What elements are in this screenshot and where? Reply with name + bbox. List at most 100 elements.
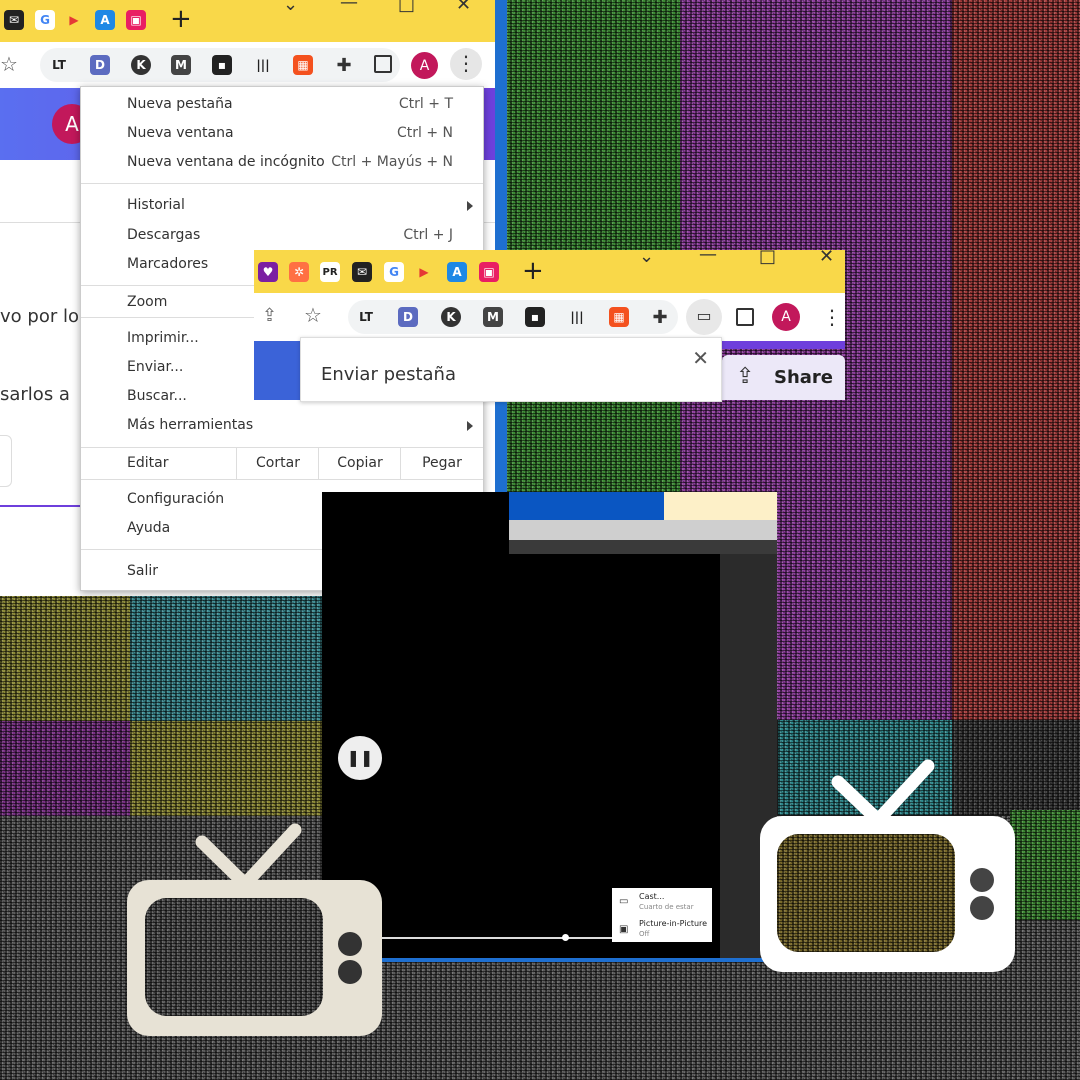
share-label: Share — [774, 367, 834, 388]
audio-extension-icon[interactable]: ||| — [567, 307, 587, 327]
cast-popup-title: Enviar pestaña — [321, 364, 456, 385]
edit-copy-button[interactable]: Copiar — [318, 448, 401, 479]
menu-separator — [81, 183, 483, 184]
menu-item-print[interactable]: Imprimir... — [127, 330, 199, 346]
chevron-right-icon — [467, 421, 473, 431]
share-button[interactable]: ⇪ Share — [722, 355, 845, 400]
play-store-tab-icon[interactable]: ▶ — [64, 10, 84, 30]
lt-extension-icon[interactable]: LT — [356, 307, 376, 327]
pause-button[interactable]: ❚❚ — [338, 736, 382, 780]
minimize-icon[interactable]: — — [340, 0, 358, 13]
video-menu-pip-sub: Off — [639, 930, 650, 938]
lt-extension-icon[interactable]: LT — [49, 55, 69, 75]
tv-knob — [970, 868, 994, 892]
new-tab-icon[interactable]: + — [170, 4, 192, 34]
menu-item-zoom[interactable]: Zoom — [127, 294, 167, 310]
browser-toolbar: ☆ LT D K M ▪ ||| ▦ ✚ A ⋮ — [0, 42, 495, 88]
puzzle-extension-icon[interactable]: ✚ — [650, 307, 670, 328]
side-panel-icon[interactable] — [736, 308, 754, 326]
menu-item-new-tab[interactable]: Nueva pestaña — [127, 96, 233, 112]
menu-item-history[interactable]: Historial — [127, 197, 185, 213]
app-tab-icon[interactable]: ▣ — [126, 10, 146, 30]
menu-item-bookmarks[interactable]: Marcadores — [127, 256, 208, 272]
menu-item-help[interactable]: Ayuda — [127, 520, 170, 536]
menu-item-edit: Editar — [127, 455, 169, 471]
maximize-icon[interactable]: □ — [759, 246, 776, 267]
app-tab-icon[interactable]: ▣ — [479, 262, 499, 282]
share-page-icon[interactable]: ⇪ — [262, 305, 277, 326]
minimize-icon[interactable]: — — [699, 244, 717, 265]
video-progress-bar[interactable] — [382, 937, 612, 939]
close-icon[interactable]: ✕ — [692, 346, 709, 370]
pip-icon: ▣ — [619, 924, 629, 935]
new-tab-icon[interactable]: + — [522, 256, 544, 286]
page-text-line-2: sarlos a — [0, 384, 70, 405]
calendar-extension-icon[interactable]: ▦ — [293, 55, 313, 75]
menu-item-exit[interactable]: Salir — [127, 563, 158, 579]
app-tab-icon[interactable]: ✲ — [289, 262, 309, 282]
video-progress-handle[interactable] — [562, 934, 569, 941]
tv-screen — [777, 834, 955, 952]
d-extension-icon[interactable]: D — [398, 307, 418, 327]
static-green-right — [1010, 810, 1080, 920]
menu-item-settings[interactable]: Configuración — [127, 491, 224, 507]
chrome-menu-icon[interactable]: ⋮ — [450, 48, 482, 80]
static-cyan-block — [130, 596, 325, 721]
menu-item-find[interactable]: Buscar... — [127, 388, 187, 404]
video-menu-cast[interactable]: Cast... — [639, 892, 664, 901]
k-extension-icon[interactable]: K — [441, 307, 461, 327]
shortcut-new-window: Ctrl + N — [396, 125, 453, 141]
avatar[interactable]: A — [772, 303, 800, 331]
edit-cut-button[interactable]: Cortar — [236, 448, 319, 479]
google-tab-icon[interactable]: G — [35, 10, 55, 30]
play-store-tab-icon[interactable]: ▶ — [414, 262, 434, 282]
m-extension-icon[interactable]: M — [483, 307, 503, 327]
tab-search-icon[interactable]: ⌄ — [283, 0, 298, 15]
video-menu-pip[interactable]: Picture-in-Picture — [639, 919, 707, 928]
bookmark-star-icon[interactable]: ☆ — [0, 52, 18, 76]
video-menu-cast-sub: Cuarto de estar — [639, 903, 694, 911]
purple-strip — [720, 341, 845, 349]
terminal-extension-icon[interactable]: ▪ — [212, 55, 232, 75]
d-extension-icon[interactable]: D — [90, 55, 110, 75]
menu-item-more-tools[interactable]: Más herramientas — [127, 417, 253, 433]
menu-separator — [81, 479, 483, 480]
tab-search-icon[interactable]: ⌄ — [639, 246, 654, 267]
tab-strip: ♥ ✲ PR ✉ G ▶ A ▣ + ⌄ — □ ✕ — [254, 244, 845, 293]
pr-tab-icon[interactable]: PR — [320, 262, 340, 282]
static-purple-block — [0, 721, 130, 816]
menu-item-new-window[interactable]: Nueva ventana — [127, 125, 234, 141]
tv-illustration-right — [760, 758, 1015, 974]
page-input-box[interactable] — [0, 435, 12, 487]
maximize-icon[interactable]: □ — [398, 0, 415, 15]
video-context-menu: ▭ Cast... Cuarto de estar ▣ Picture-in-P… — [612, 888, 712, 942]
close-icon[interactable]: ✕ — [456, 0, 471, 15]
side-panel-icon[interactable] — [374, 55, 392, 73]
tv-knob — [338, 960, 362, 984]
menu-item-cast[interactable]: Enviar... — [127, 359, 183, 375]
bookmark-star-icon[interactable]: ☆ — [304, 303, 322, 327]
app-store-tab-icon[interactable]: A — [95, 10, 115, 30]
m-extension-icon[interactable]: M — [171, 55, 191, 75]
calendar-extension-icon[interactable]: ▦ — [609, 307, 629, 327]
avatar[interactable]: A — [411, 52, 438, 79]
audio-extension-icon[interactable]: ||| — [253, 55, 273, 75]
google-tab-icon[interactable]: G — [384, 262, 404, 282]
menu-item-incognito[interactable]: Nueva ventana de incógnito — [127, 154, 325, 170]
gmail-tab-icon[interactable]: ✉ — [352, 262, 372, 282]
k-extension-icon[interactable]: K — [131, 55, 151, 75]
close-icon[interactable]: ✕ — [819, 246, 834, 267]
menu-item-downloads[interactable]: Descargas — [127, 227, 200, 243]
window-titlebar — [509, 492, 664, 520]
edit-paste-button[interactable]: Pegar — [400, 448, 483, 479]
tv-screen — [145, 898, 323, 1016]
shortcut-downloads: Ctrl + J — [403, 227, 453, 243]
gmail-tab-icon[interactable]: ✉ — [4, 10, 24, 30]
chrome-menu-icon[interactable]: ⋮ — [822, 305, 842, 329]
video-window: ❚❚ ▭ Cast... Cuarto de estar ▣ Picture-i… — [322, 492, 777, 962]
app-store-tab-icon[interactable]: A — [447, 262, 467, 282]
puzzle-extension-icon[interactable]: ✚ — [334, 55, 354, 76]
cast-icon[interactable]: ▭ — [686, 299, 722, 335]
heart-tab-icon[interactable]: ♥ — [258, 262, 278, 282]
terminal-extension-icon[interactable]: ▪ — [525, 307, 545, 327]
